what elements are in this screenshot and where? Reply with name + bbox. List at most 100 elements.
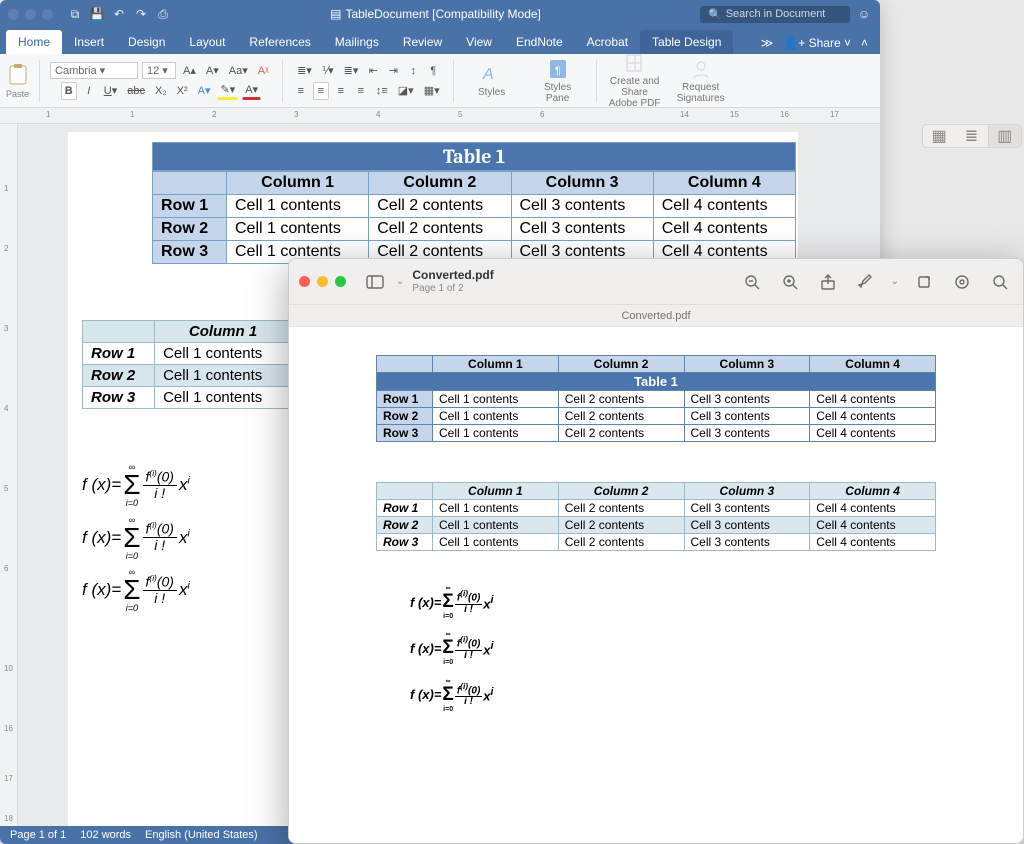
- paste-group[interactable]: Paste: [6, 63, 29, 99]
- tab-review[interactable]: Review: [391, 30, 454, 54]
- clipboard-icon: [7, 63, 29, 87]
- print-icon[interactable]: ⎙: [155, 6, 171, 22]
- font-color-icon[interactable]: A▾: [242, 82, 261, 100]
- undo-icon[interactable]: ↶: [111, 6, 127, 22]
- chevron-down-icon-2[interactable]: ⌄: [891, 276, 899, 287]
- tab-insert[interactable]: Insert: [62, 30, 116, 54]
- shrink-font-icon[interactable]: A▾: [203, 62, 222, 80]
- tab-view[interactable]: View: [454, 30, 504, 54]
- preview-tab[interactable]: Converted.pdf: [289, 305, 1023, 327]
- svg-text:A: A: [482, 66, 494, 83]
- tab-layout[interactable]: Layout: [177, 30, 237, 54]
- borders-icon[interactable]: ▦▾: [421, 82, 443, 100]
- share-button[interactable]: 👤+ Share ˅: [783, 36, 851, 50]
- pdf-table2: Column 1Column 2Column 3Column 4 Row 1Ce…: [376, 482, 936, 551]
- superscript-button[interactable]: X²: [174, 82, 191, 100]
- tab-table-design[interactable]: Table Design: [640, 30, 733, 54]
- save-icon[interactable]: 💾: [89, 6, 105, 22]
- clear-format-icon[interactable]: Aᵡ: [255, 62, 272, 80]
- styles-pane-button[interactable]: ¶ Styles Pane: [530, 58, 586, 104]
- doc-icon: ▤: [330, 7, 341, 21]
- rotate-icon[interactable]: [911, 269, 937, 295]
- styles-button[interactable]: A Styles: [464, 63, 520, 98]
- highlight-icon[interactable]: [949, 269, 975, 295]
- justify-icon[interactable]: ≡: [353, 82, 369, 100]
- grow-font-icon[interactable]: A▴: [180, 62, 199, 80]
- preview-titlebar: ⌄ Converted.pdf Page 1 of 2 ⌄: [289, 259, 1023, 305]
- window-controls[interactable]: [8, 9, 53, 20]
- adobe-pdf-button[interactable]: Create and Share Adobe PDF: [607, 52, 663, 109]
- change-case-icon[interactable]: Aa▾: [226, 62, 251, 80]
- italic-button[interactable]: I: [81, 82, 97, 100]
- align-center-icon[interactable]: ≡: [313, 82, 329, 100]
- sidebar-toggle-icon[interactable]: [362, 269, 388, 295]
- markup-icon[interactable]: [853, 269, 879, 295]
- search-icon: 🔍: [708, 8, 722, 21]
- sort-icon[interactable]: ↕: [405, 62, 421, 80]
- numbering-icon[interactable]: ⅟▾: [319, 62, 337, 80]
- tab-endnote[interactable]: EndNote: [504, 30, 575, 54]
- tab-design[interactable]: Design: [116, 30, 177, 54]
- table1[interactable]: Column 1Column 2 Column 3Column 4 Row 1C…: [152, 171, 796, 264]
- multilevel-icon[interactable]: ≣▾: [341, 62, 362, 80]
- preview-window: ⌄ Converted.pdf Page 1 of 2 ⌄ Converted.…: [288, 258, 1024, 844]
- language-indicator[interactable]: English (United States): [145, 829, 258, 841]
- horizontal-ruler[interactable]: 1 1 2 3 4 5 6 14 15 16 17: [0, 108, 880, 124]
- list-view-icon[interactable]: ≣: [955, 125, 987, 147]
- request-signatures-button[interactable]: Request Signatures: [673, 58, 729, 104]
- subscript-button[interactable]: X₂: [152, 82, 170, 100]
- word-titlebar: ⧉ 💾 ↶ ↷ ⎙ ▤ TableDocument [Compatibility…: [0, 0, 880, 28]
- align-left-icon[interactable]: ≡: [293, 82, 309, 100]
- font-size-dropdown[interactable]: 12▾: [142, 62, 176, 79]
- font-name-dropdown[interactable]: Cambria▾: [50, 62, 138, 79]
- strike-button[interactable]: abc: [124, 82, 148, 100]
- svg-text:¶: ¶: [555, 65, 561, 77]
- redo-icon[interactable]: ↷: [133, 6, 149, 22]
- ribbon: Paste Cambria▾ 12▾ A▴ A▾ Aa▾ Aᵡ B I U▾ a…: [0, 54, 880, 108]
- indent-right-icon[interactable]: ⇥: [385, 62, 401, 80]
- vertical-ruler[interactable]: 1 2 3 4 5 6 10 16 17 18: [0, 124, 18, 826]
- pilcrow-icon[interactable]: ¶: [425, 62, 441, 80]
- pdf-equation-2: f (x)=∞Σi=0 f(i)(0)i !xi: [410, 635, 936, 661]
- tab-mailings[interactable]: Mailings: [323, 30, 391, 54]
- shading-icon[interactable]: ◪▾: [395, 82, 417, 100]
- share-icon[interactable]: [815, 269, 841, 295]
- preview-filename: Converted.pdf: [412, 269, 493, 283]
- tab-acrobat[interactable]: Acrobat: [575, 30, 640, 54]
- align-right-icon[interactable]: ≡: [333, 82, 349, 100]
- preview-canvas[interactable]: Table 1 Column 1Column 2Column 3Column 4…: [289, 327, 1023, 843]
- table2[interactable]: Column 1 Row 1Cell 1 contents Row 2Cell …: [82, 320, 292, 409]
- collapse-ribbon-icon[interactable]: ˄: [861, 36, 868, 50]
- zoom-out-icon[interactable]: [739, 269, 765, 295]
- title-text: TableDocument [Compatibility Mode]: [345, 7, 540, 21]
- indent-left-icon[interactable]: ⇤: [365, 62, 381, 80]
- bold-button[interactable]: B: [61, 82, 77, 100]
- page-indicator[interactable]: Page 1 of 1: [10, 829, 66, 841]
- highlight-icon[interactable]: ✎▾: [217, 82, 238, 100]
- search-input[interactable]: 🔍 Search in Document: [700, 6, 850, 23]
- table1-title: Table 1: [152, 142, 796, 171]
- word-count[interactable]: 102 words: [80, 829, 131, 841]
- tab-home[interactable]: Home: [6, 30, 62, 54]
- underline-button[interactable]: U▾: [101, 82, 120, 100]
- zoom-in-icon[interactable]: [777, 269, 803, 295]
- background-view-toggle[interactable]: ▦ ≣ ▥: [922, 124, 1022, 148]
- search-icon[interactable]: [987, 269, 1013, 295]
- overflow-icon[interactable]: ≫: [761, 36, 774, 50]
- line-spacing-icon[interactable]: ↕≡: [373, 82, 391, 100]
- document-title: ▤ TableDocument [Compatibility Mode]: [177, 7, 694, 21]
- chevron-down-icon[interactable]: ⌄: [396, 276, 404, 287]
- search-placeholder: Search in Document: [726, 8, 826, 20]
- smiley-icon[interactable]: ☺: [856, 6, 872, 22]
- column-view-icon[interactable]: ▥: [988, 125, 1021, 147]
- text-effects-icon[interactable]: A▾: [195, 82, 214, 100]
- ribbon-tabs: Home Insert Design Layout References Mai…: [0, 28, 880, 54]
- bullets-icon[interactable]: ≣▾: [294, 62, 315, 80]
- preview-page-info: Page 1 of 2: [412, 283, 493, 295]
- grid-view-icon[interactable]: ▦: [923, 125, 955, 147]
- autosave-icon[interactable]: ⧉: [67, 6, 83, 22]
- paste-label: Paste: [6, 89, 29, 99]
- preview-window-controls[interactable]: [299, 276, 346, 287]
- tab-references[interactable]: References: [237, 30, 322, 54]
- pdf-table1: Table 1 Column 1Column 2Column 3Column 4…: [376, 355, 936, 442]
